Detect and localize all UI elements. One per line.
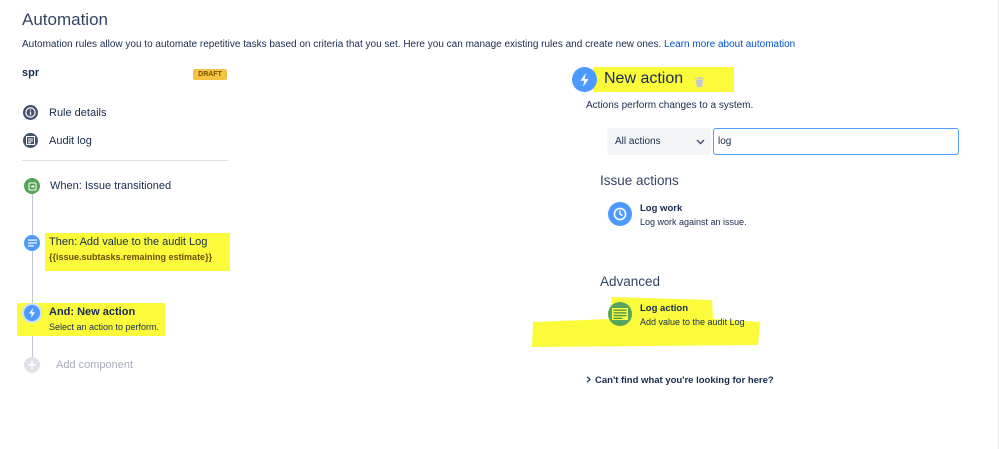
- action-component-new-action[interactable]: And: New action Select an action to perf…: [24, 304, 159, 332]
- status-badge: DRAFT: [193, 69, 227, 80]
- learn-more-link[interactable]: Learn more about automation: [664, 39, 795, 50]
- cant-find-label: Can't find what you're looking for here?: [595, 375, 774, 386]
- trash-icon[interactable]: [695, 74, 704, 92]
- nav-audit-log[interactable]: Audit log: [23, 133, 92, 148]
- lightning-icon: [572, 67, 597, 92]
- rule-name: spr: [22, 67, 40, 79]
- log-action-description: Add value to the audit Log: [640, 317, 745, 327]
- add-component-label: Add component: [56, 359, 134, 371]
- nav-audit-log-label: Audit log: [49, 134, 92, 147]
- divider: [22, 160, 228, 161]
- log-work-description: Log work against an issue.: [640, 217, 747, 227]
- log-action-title: Log action: [640, 303, 689, 314]
- action2-title: And: New action: [49, 306, 136, 318]
- chevron-down-icon: [696, 137, 705, 148]
- action-search-input[interactable]: [713, 128, 959, 155]
- cant-find-toggle[interactable]: Can't find what you're looking for here?: [586, 375, 774, 386]
- chevron-right-icon: [586, 375, 591, 386]
- action1-value: {{issue.subtasks.remaining estimate}}: [49, 252, 213, 262]
- log-lines-icon: [608, 302, 632, 326]
- panel-subtitle: Actions perform changes to a system.: [586, 100, 754, 111]
- page-description-text: Automation rules allow you to automate r…: [22, 39, 662, 50]
- transition-icon: [24, 178, 40, 194]
- section-advanced-title: Advanced: [600, 274, 661, 289]
- list-icon: [23, 133, 38, 148]
- page-title: Automation: [22, 10, 108, 29]
- lightning-icon: [24, 305, 40, 321]
- clock-icon: [608, 202, 632, 226]
- trigger-component[interactable]: When: Issue transitioned: [24, 178, 171, 194]
- action-component-audit-log[interactable]: Then: Add value to the audit Log {{issue…: [24, 234, 212, 262]
- nav-rule-details[interactable]: Rule details: [23, 105, 106, 120]
- action1-title: Then: Add value to the audit Log: [49, 236, 208, 248]
- action-filter-select[interactable]: All actions: [607, 128, 711, 155]
- section-issue-actions-title: Issue actions: [600, 173, 679, 188]
- action2-subtitle: Select an action to perform.: [49, 322, 160, 332]
- panel-title: New action: [604, 70, 684, 87]
- audit-log-icon: [24, 235, 40, 251]
- trigger-label: When: Issue transitioned: [50, 180, 172, 192]
- nav-rule-details-label: Rule details: [49, 106, 107, 119]
- action-option-log-work[interactable]: Log work Log work against an issue.: [608, 202, 747, 227]
- action-option-log-action[interactable]: Log action Add value to the audit Log: [608, 302, 745, 327]
- info-icon: [23, 105, 38, 120]
- action-filter-value: All actions: [615, 136, 661, 147]
- page-description: Automation rules allow you to automate r…: [22, 39, 795, 50]
- log-work-title: Log work: [640, 203, 683, 214]
- add-component-button[interactable]: Add component: [24, 357, 133, 373]
- plus-icon: [24, 357, 40, 373]
